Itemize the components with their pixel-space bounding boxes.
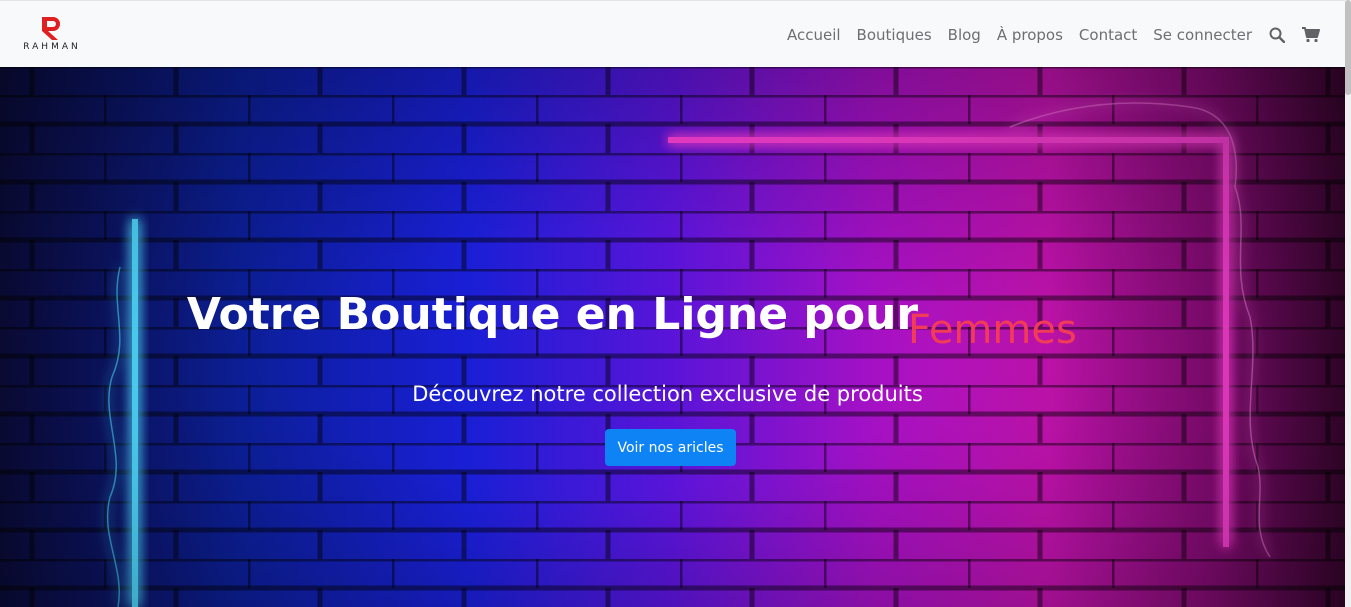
nav-link-boutiques[interactable]: Boutiques xyxy=(857,26,932,44)
page-scrollbar[interactable] xyxy=(1345,0,1351,607)
scrollbar-thumb[interactable] xyxy=(1345,0,1351,95)
nav-link-a-propos[interactable]: À propos xyxy=(997,26,1063,44)
navbar: RAHMAN Accueil Boutiques Blog À propos C… xyxy=(0,0,1345,67)
hero-subtitle: Découvrez notre collection exclusive de … xyxy=(0,382,1345,406)
view-articles-button[interactable]: Voir nos aricles xyxy=(605,429,736,466)
hero-subtitle-text: Découvrez notre collection exclusive de … xyxy=(412,382,923,406)
search-icon[interactable] xyxy=(1268,26,1286,44)
hero-title-text: Votre Boutique en Ligne pour xyxy=(186,289,919,340)
nav-link-contact[interactable]: Contact xyxy=(1079,26,1137,44)
nav-links: Accueil Boutiques Blog À propos Contact … xyxy=(771,1,1320,68)
hero-accent-word: Femmes xyxy=(908,307,1077,353)
brand-logo[interactable]: RAHMAN xyxy=(14,13,90,55)
nav-link-blog[interactable]: Blog xyxy=(948,26,981,44)
nav-link-se-connecter[interactable]: Se connecter xyxy=(1153,26,1252,44)
cart-icon[interactable] xyxy=(1302,26,1320,44)
hero-title: Votre Boutique en Ligne pour xyxy=(0,289,1345,340)
nav-link-accueil[interactable]: Accueil xyxy=(787,26,841,44)
logo-text: RAHMAN xyxy=(23,42,81,52)
logo-mark-icon xyxy=(42,17,60,40)
